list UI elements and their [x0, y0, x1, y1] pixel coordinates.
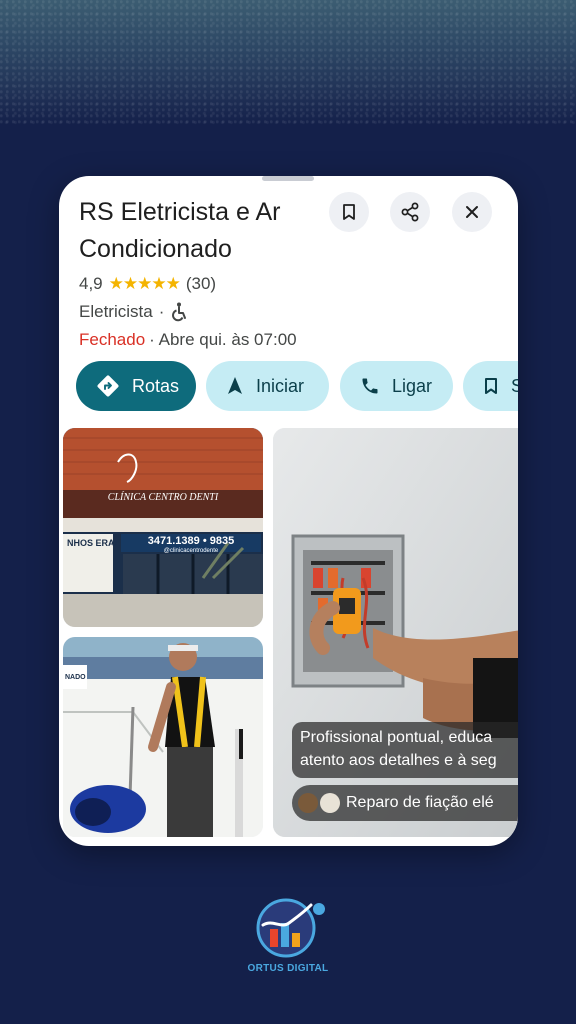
storefront-sign-text: CLÍNICA CENTRO DENTI [108, 491, 219, 503]
ortus-digital-logo [256, 898, 325, 958]
directions-icon [97, 375, 119, 397]
wheelchair-accessible-icon [172, 302, 187, 322]
share-icon [401, 202, 419, 222]
storefront-side-text: NHOS ERAL [67, 538, 121, 548]
place-card: RS Eletricista e Ar Condicionado 4,9 ★★★… [59, 176, 518, 846]
save-button[interactable] [329, 192, 369, 232]
opening-hours: · Abre qui. às 07:00 [149, 330, 297, 349]
drag-handle[interactable] [262, 176, 314, 181]
reviewer-avatar [298, 793, 318, 813]
category-row: Eletricista · [79, 302, 188, 322]
worker-photo[interactable]: NADO [63, 637, 263, 837]
review-chip[interactable]: Reparo de fiação elé [292, 785, 518, 821]
worker-image: NADO [63, 637, 263, 837]
hours-row[interactable]: Fechado · Abre qui. às 07:00 [79, 330, 297, 350]
brand-name: ORTUS DIGITAL [247, 963, 329, 974]
place-title: RS Eletricista e Ar Condicionado [79, 198, 281, 263]
storefront-photo[interactable]: CLÍNICA CENTRO DENTI 3471.1389 • 9835 @c… [63, 428, 263, 627]
storefront-image: CLÍNICA CENTRO DENTI 3471.1389 • 9835 @c… [63, 428, 263, 627]
place-category: Eletricista [79, 302, 153, 321]
call-button[interactable]: Ligar [340, 361, 453, 411]
rating-value: 4,9 [79, 274, 103, 293]
share-button[interactable] [390, 192, 430, 232]
storefront-phone-text: 3471.1389 • 9835 [148, 535, 234, 547]
star-rating: ★★★★★ [108, 274, 181, 293]
storefront-handle-text: @clinicacentrodente [164, 548, 219, 554]
save-label: S [511, 375, 518, 396]
navigation-arrow-icon [228, 377, 242, 394]
reviewer-avatar [320, 793, 340, 813]
call-label: Ligar [392, 375, 433, 396]
rating-row[interactable]: 4,9 ★★★★★ (30) [79, 274, 216, 294]
bookmark-icon [343, 204, 355, 220]
close-button[interactable] [452, 192, 492, 232]
textured-header-band [0, 0, 576, 125]
review-snippet-line-2: atento aos detalhes e à seg [300, 752, 497, 769]
electrician-panel-photo[interactable]: Profissional pontual, educa atento aos d… [273, 428, 518, 837]
review-chip-label: Reparo de fiação elé [346, 794, 494, 811]
open-status: Fechado [79, 330, 146, 349]
review-count: (30) [185, 274, 217, 293]
start-navigation-button[interactable]: Iniciar [206, 361, 329, 411]
bookmark-icon [485, 378, 497, 394]
directions-button[interactable]: Rotas [76, 361, 196, 411]
save-place-button[interactable]: S [463, 361, 518, 411]
review-snippet-line-1: Profissional pontual, educa [300, 729, 493, 746]
phone-icon [362, 378, 378, 394]
review-snippet[interactable]: Profissional pontual, educa atento aos d… [292, 722, 518, 778]
directions-label: Rotas [132, 375, 180, 396]
start-label: Iniciar [256, 375, 305, 396]
close-icon [466, 206, 478, 218]
category-separator: · [158, 302, 165, 321]
worker-side-tag: NADO [65, 674, 86, 681]
